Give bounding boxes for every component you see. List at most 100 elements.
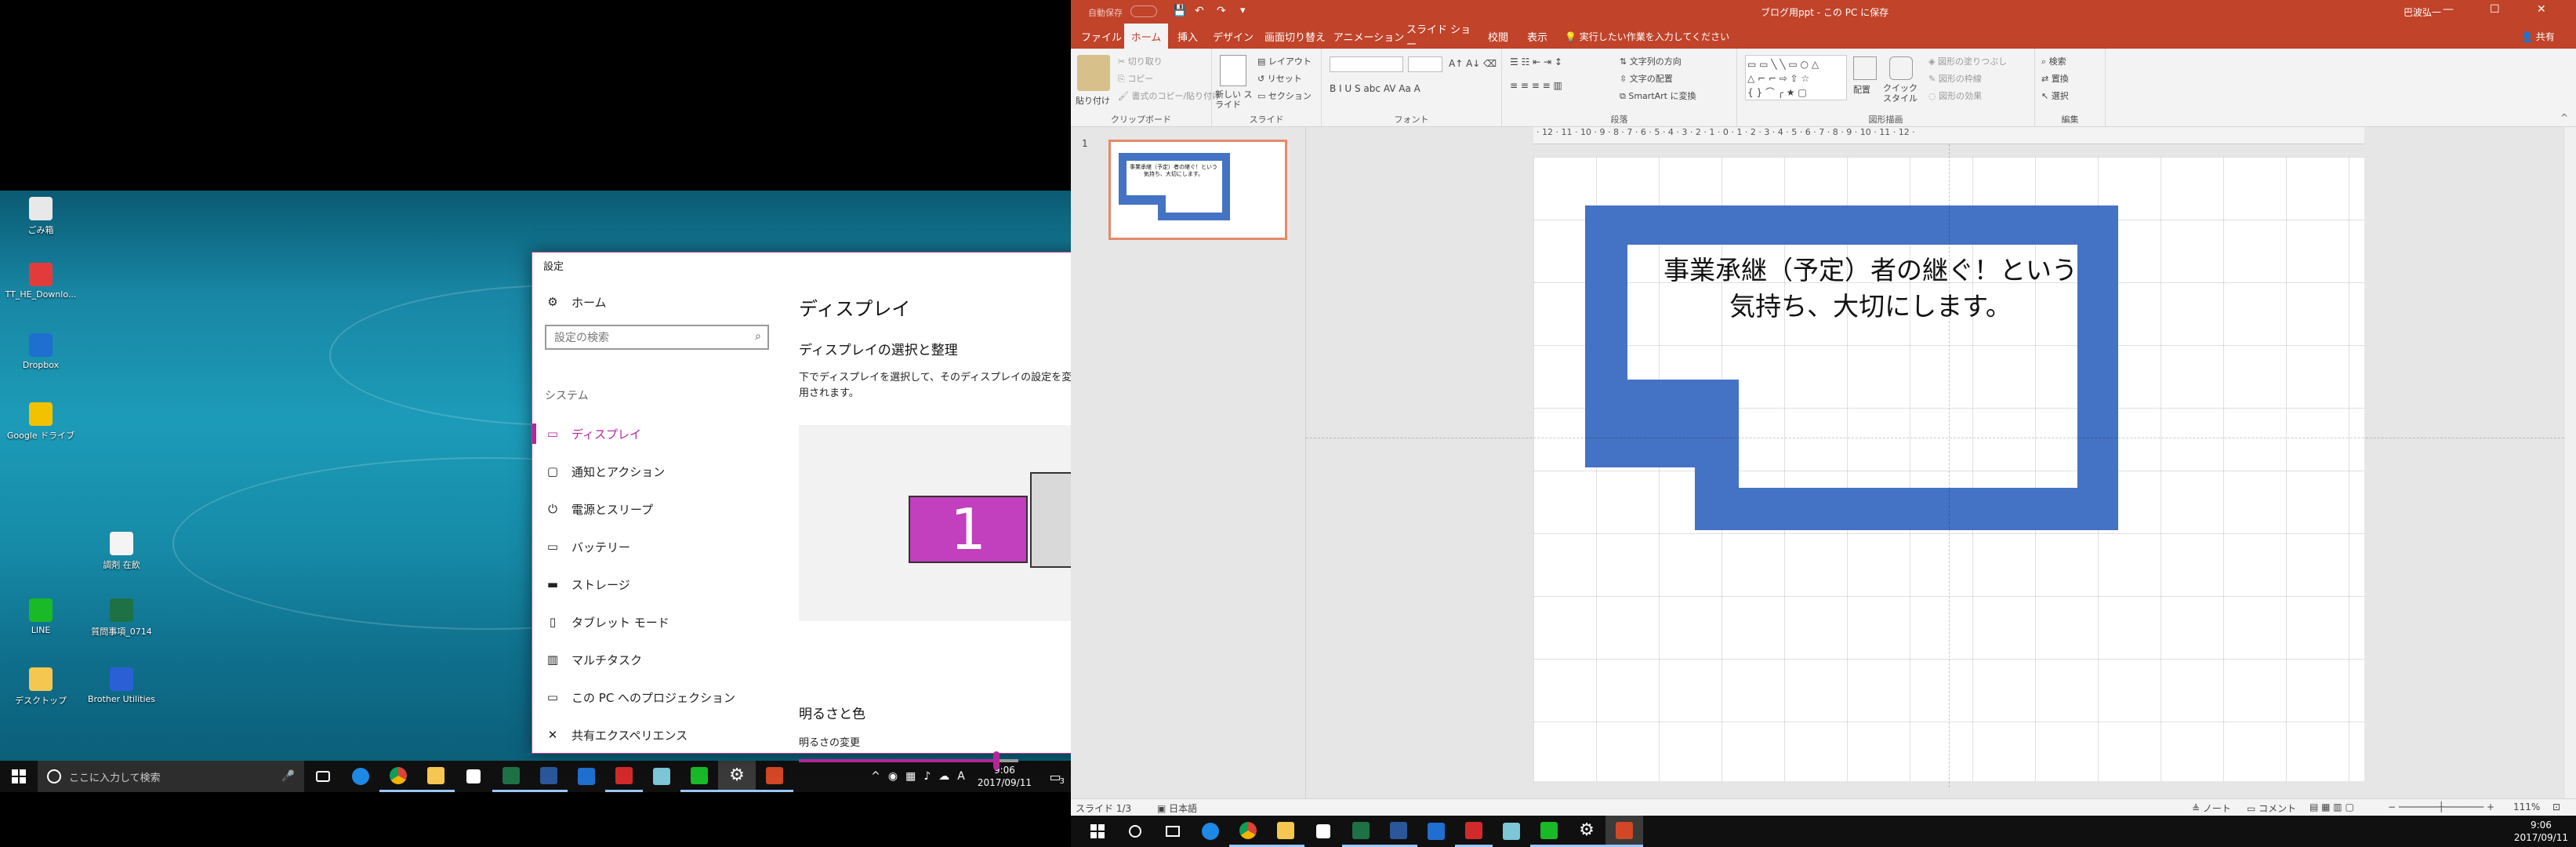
fit-slide-icon[interactable]: ⊡	[2552, 802, 2560, 812]
desktop-icon[interactable]: 調剤 在飲	[82, 532, 161, 571]
section-button[interactable]: ▭ セクション	[1257, 89, 1312, 102]
taskbar-app[interactable]	[643, 761, 680, 792]
shape-fill-button[interactable]: ◈ 図形の塗りつぶし	[1928, 55, 2007, 67]
align-text-button[interactable]: ⇳ 文字の配置	[1620, 72, 1673, 85]
volume-icon[interactable]: ♪	[923, 770, 931, 783]
right-clock[interactable]: 9:06 2017/09/11	[2506, 819, 2576, 844]
slide-text[interactable]: 事業承継（予定）者の継ぐ！という気持ち、大切にします。	[1651, 253, 2090, 325]
nav-home[interactable]: ⚙ ホーム	[532, 284, 783, 320]
taskbar-dropbox-2[interactable]	[1417, 816, 1455, 847]
taskbar-dropbox[interactable]	[568, 761, 605, 792]
taskbar-excel[interactable]	[492, 761, 530, 792]
taskbar-search-box[interactable]: ここに入力して検索 🎤	[38, 761, 304, 792]
desktop-icon[interactable]: Dropbox	[2, 333, 80, 370]
notes-button[interactable]: ≜ ノート	[2192, 802, 2231, 815]
ribbon-tab[interactable]: 表示	[1518, 24, 1557, 49]
taskbar-settings[interactable]: ⚙	[718, 761, 756, 792]
ribbon-tab[interactable]: アニメーション	[1331, 24, 1406, 49]
taskbar-explorer-2[interactable]	[1267, 816, 1304, 847]
desktop-icon[interactable]: Google ドライブ	[2, 402, 80, 442]
text-direction-button[interactable]: ⇅ 文字列の方向	[1620, 55, 1682, 67]
zoom-slider[interactable]: − ───────┼─────── +	[2388, 802, 2494, 812]
undo-icon[interactable]: ↶	[1195, 5, 1204, 17]
minimize-icon[interactable]: —	[2443, 3, 2454, 16]
quick-styles-button[interactable]: クイック スタイル	[1883, 83, 1921, 104]
align-buttons[interactable]: ≡ ≡ ≡ ≡ ▥	[1510, 80, 1562, 91]
nav-item[interactable]: ▥ マルチタスク	[532, 642, 783, 678]
nav-item[interactable]: ▭ ディスプレイ	[532, 416, 783, 452]
taskbar-line-2[interactable]	[1530, 816, 1568, 847]
redo-icon[interactable]: ↷	[1217, 5, 1226, 17]
ribbon-tab[interactable]: 挿入	[1168, 24, 1207, 49]
nav-item[interactable]: ✕ 共有エクスペリエンス	[532, 717, 783, 753]
ribbon-tab[interactable]: 画面切り替え	[1259, 24, 1331, 49]
left-clock[interactable]: 9:06 2017/09/11	[970, 764, 1039, 789]
desktop-icon[interactable]: LINE	[2, 598, 80, 635]
monitor-1[interactable]: 1	[909, 496, 1028, 563]
slide-thumbnail-1[interactable]: 事業承継（予定）者の継ぐ！という気持ち、大切にします。	[1108, 140, 1287, 240]
share-button[interactable]: 👤 共有	[2521, 30, 2555, 43]
font-size-box[interactable]	[1408, 56, 1442, 72]
nav-item[interactable]: ▭ バッテリー	[532, 529, 783, 565]
taskbar-powerpoint[interactable]	[756, 761, 793, 792]
desktop-icon[interactable]: Brother Utilities	[82, 667, 161, 704]
smartart-button[interactable]: ⧉ SmartArt に変換	[1620, 89, 1696, 102]
taskbar-settings-2[interactable]: ⚙	[1568, 816, 1605, 847]
arrange-icon[interactable]	[1853, 56, 1877, 80]
new-slide-icon[interactable]	[1220, 55, 1246, 86]
nav-item[interactable]: ▬ ストレージ	[532, 566, 783, 602]
ribbon-tab[interactable]: デザイン	[1207, 24, 1259, 49]
cortana-button[interactable]	[1116, 816, 1154, 847]
network-icon[interactable]: ▦	[905, 770, 916, 783]
reset-button[interactable]: ↺ リセット	[1257, 72, 1302, 85]
start-button[interactable]	[0, 761, 38, 792]
select-button[interactable]: ↖ 選択	[2041, 89, 2069, 102]
arrange-button[interactable]: 配置	[1853, 83, 1870, 96]
autosave-toggle[interactable]	[1130, 5, 1157, 17]
taskbar-explorer[interactable]	[417, 761, 455, 792]
tell-me-box[interactable]: 💡 実行したい作業を入力してください	[1565, 30, 1729, 43]
taskbar-word[interactable]	[530, 761, 568, 792]
new-slide-button[interactable]: 新しい スライド	[1215, 89, 1253, 110]
cut-button[interactable]: ✂ 切り取り	[1118, 55, 1163, 67]
taskbar-chrome[interactable]	[379, 761, 417, 792]
taskbar-acrobat[interactable]	[605, 761, 643, 792]
font-grow-shrink-icons[interactable]: A↑ A↓ ⌫	[1449, 58, 1497, 69]
taskbar-chrome-2[interactable]	[1229, 816, 1267, 847]
shape-outline-button[interactable]: ✎ 図形の枠線	[1928, 72, 1982, 85]
format-painter-button[interactable]: 🖌 書式のコピー/貼り付け	[1118, 89, 1221, 102]
ribbon-tab[interactable]: 校閲	[1478, 24, 1518, 49]
brightness-slider[interactable]	[799, 751, 1018, 770]
desktop-icon[interactable]: デスクトップ	[2, 667, 80, 707]
font-style-buttons[interactable]: B I U S abc AV Aa A	[1330, 83, 1420, 94]
nav-item[interactable]: ▭ この PC へのプロジェクション	[532, 679, 783, 715]
customize-qat-icon[interactable]: ▾	[1240, 5, 1246, 16]
ribbon-tab[interactable]: スライド ショー	[1406, 24, 1478, 51]
settings-search-input[interactable]: 設定の検索 ⌕	[545, 325, 769, 350]
nav-item[interactable]: ▢ 通知とアクション	[532, 453, 783, 489]
tray-cloud-icon[interactable]: ☁	[938, 770, 949, 783]
desktop-icon[interactable]: 質問事項_0714	[82, 598, 161, 638]
quick-styles-icon[interactable]	[1889, 56, 1913, 80]
status-language[interactable]: ▣ 日本語	[1157, 802, 1197, 815]
font-name-box[interactable]	[1330, 56, 1403, 72]
taskbar-edge[interactable]	[342, 761, 379, 792]
taskbar-edge-2[interactable]	[1192, 816, 1229, 847]
ime-icon[interactable]: A	[957, 770, 965, 783]
start-button-2[interactable]	[1079, 816, 1116, 847]
ribbon-tab[interactable]: ファイル	[1079, 24, 1124, 49]
maximize-icon[interactable]: ☐	[2490, 3, 2500, 16]
replace-button[interactable]: ⇄ 置換	[2041, 72, 2069, 85]
save-icon[interactable]: 💾	[1173, 5, 1186, 17]
find-button[interactable]: ⌕ 検索	[2041, 55, 2066, 67]
task-view-button[interactable]	[304, 761, 342, 792]
paste-button[interactable]: 貼り付け	[1076, 94, 1110, 107]
layout-button[interactable]: ▤ レイアウト	[1257, 55, 1312, 67]
nav-item[interactable]: ⏻ 電源とスリープ	[532, 491, 783, 527]
chevron-up-icon[interactable]: ^	[871, 770, 880, 783]
taskbar-word-2[interactable]	[1380, 816, 1417, 847]
taskbar-line[interactable]	[680, 761, 718, 792]
close-icon[interactable]: ✕	[2537, 3, 2546, 16]
desktop-icon[interactable]: ごみ箱	[2, 197, 80, 236]
taskbar-store[interactable]	[455, 761, 492, 792]
